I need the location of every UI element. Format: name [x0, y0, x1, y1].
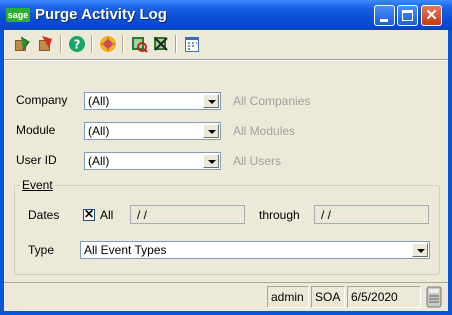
date-to-field[interactable]: / /: [314, 205, 429, 224]
status-company: SOA: [311, 286, 345, 308]
status-bar-divider: [4, 282, 448, 283]
user-id-description: All Users: [233, 154, 282, 168]
svg-text:?: ?: [74, 38, 81, 52]
close-icon: ✕: [425, 7, 438, 24]
company-label: Company: [16, 93, 68, 107]
lookup-icon: [132, 37, 148, 53]
company-value: (All): [88, 94, 110, 108]
minimize-button[interactable]: [374, 5, 395, 26]
toolbar-separator: [175, 35, 177, 53]
user-id-label: User ID: [16, 153, 57, 167]
accept-button[interactable]: [12, 34, 32, 54]
checkmark-icon: ✕: [84, 207, 95, 221]
status-date: 6/5/2020: [347, 286, 421, 308]
company-description: All Companies: [233, 94, 311, 108]
event-type-select[interactable]: All Event Types: [80, 241, 430, 259]
help-button[interactable]: ?: [67, 34, 87, 54]
sage-logo-icon: sage: [6, 8, 30, 22]
wizard-button[interactable]: [98, 34, 118, 54]
purge-activity-log-window: sage Purge Activity Log ✕ ? Company (All…: [0, 0, 452, 315]
calendar-icon: [185, 37, 199, 52]
event-group-title: Event: [20, 178, 55, 192]
chevron-down-icon[interactable]: [203, 154, 219, 168]
help-icon: ?: [69, 36, 85, 52]
accept-icon: [15, 36, 30, 51]
toolbar-separator: [60, 35, 62, 53]
user-id-select[interactable]: (All): [84, 152, 221, 170]
user-id-value: (All): [88, 154, 110, 168]
dates-all-checkbox[interactable]: ✕: [83, 207, 95, 221]
type-label: Type: [28, 243, 55, 257]
date-to-value: / /: [321, 208, 332, 222]
module-label: Module: [16, 123, 56, 137]
clear-lookup-icon: [154, 37, 168, 51]
company-select[interactable]: (All): [84, 92, 221, 110]
chevron-down-icon[interactable]: [412, 243, 428, 257]
window-title: Purge Activity Log: [35, 6, 167, 23]
chevron-down-icon[interactable]: [203, 94, 219, 108]
date-from-field[interactable]: / /: [130, 205, 245, 224]
toolbar: ?: [4, 30, 448, 58]
title-bar[interactable]: sage Purge Activity Log ✕: [0, 0, 452, 30]
date-from-value: / /: [137, 208, 148, 222]
calendar-button[interactable]: [182, 34, 202, 54]
close-button[interactable]: ✕: [421, 5, 442, 26]
module-value: (All): [88, 124, 110, 138]
toolbar-divider: [4, 59, 448, 61]
calculator-button[interactable]: [425, 286, 443, 308]
module-description: All Modules: [233, 124, 296, 138]
status-user: admin: [267, 286, 309, 308]
clear-lookup-button[interactable]: [151, 34, 171, 54]
event-type-value: All Event Types: [84, 243, 167, 257]
delete-button[interactable]: [36, 34, 56, 54]
minimize-icon: [380, 19, 388, 22]
delete-icon: [39, 36, 52, 51]
module-select[interactable]: (All): [84, 122, 221, 140]
event-group-title-text: Event: [22, 178, 53, 192]
event-group: [14, 185, 440, 275]
toolbar-separator: [122, 35, 124, 53]
maximize-icon: [402, 10, 413, 21]
wizard-icon: [100, 36, 116, 52]
through-label: through: [259, 208, 300, 222]
lookup-button[interactable]: [129, 34, 149, 54]
maximize-button[interactable]: [397, 5, 418, 26]
chevron-down-icon[interactable]: [203, 124, 219, 138]
window-client-area: ? Company (All) All Companies Module (Al…: [4, 30, 448, 311]
dates-all-label[interactable]: All: [100, 208, 113, 222]
calculator-icon: [426, 286, 442, 308]
toolbar-separator: [91, 35, 93, 53]
dates-label: Dates: [28, 208, 60, 222]
